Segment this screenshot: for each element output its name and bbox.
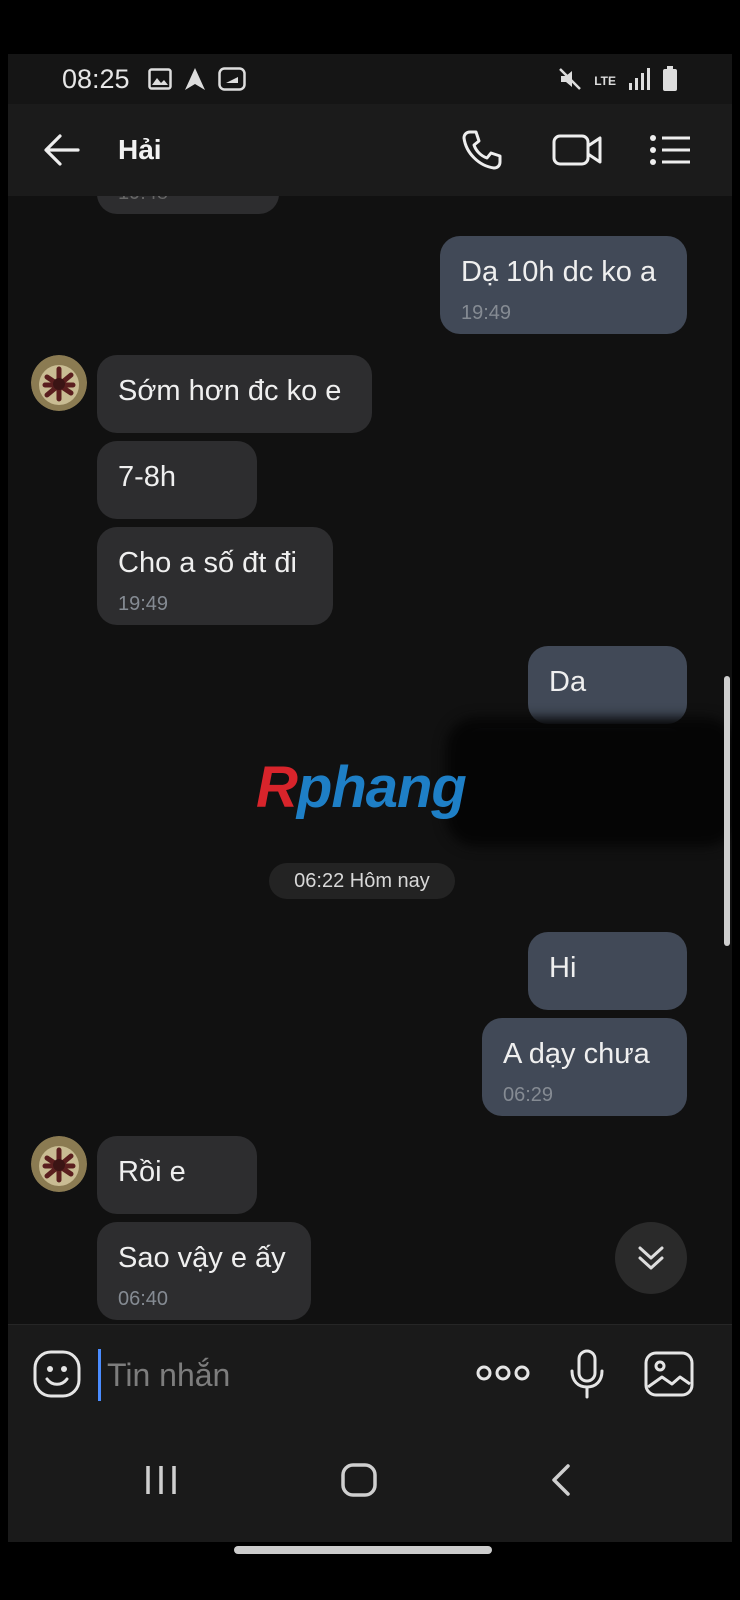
- message-text: Rồi e: [118, 1156, 186, 1188]
- message-input-bar: [8, 1324, 732, 1431]
- chat-header: Hải: [8, 104, 732, 196]
- lte-label: LTE: [594, 74, 616, 88]
- message-bubble[interactable]: A dạy chưa 06:29: [482, 1018, 687, 1116]
- image-picker-icon[interactable]: [644, 1351, 694, 1402]
- watermark-rest: phang: [296, 755, 467, 820]
- message-bubble[interactable]: Rồi e: [97, 1136, 257, 1214]
- message-bubble[interactable]: Sao vậy e ấy 06:40: [97, 1222, 311, 1320]
- avatar[interactable]: [31, 355, 87, 411]
- message-bubble[interactable]: Cho a số đt đi 19:49: [97, 527, 333, 625]
- watermark-prefix: R: [256, 755, 298, 820]
- video-app-icon: [218, 67, 246, 96]
- message-bubble[interactable]: Da: [528, 646, 687, 724]
- home-icon[interactable]: [340, 1462, 378, 1503]
- message-bubble[interactable]: 19:48: [97, 196, 279, 214]
- navigation-arrow-icon: [184, 67, 206, 96]
- scrollbar[interactable]: [724, 676, 730, 946]
- scroll-to-bottom-button[interactable]: [615, 1222, 687, 1294]
- message-time: 06:40: [118, 1288, 169, 1310]
- system-navigation-bar: [8, 1430, 732, 1542]
- message-text: 7-8h: [118, 461, 177, 493]
- status-bar: 08:25 LTE: [8, 54, 732, 104]
- battery-icon: [662, 66, 678, 97]
- message-text: Sớm hơn đc ko e: [118, 375, 342, 407]
- recent-apps-icon[interactable]: [144, 1462, 178, 1503]
- back-nav-icon[interactable]: [548, 1462, 574, 1503]
- home-indicator-bar[interactable]: [234, 1546, 492, 1554]
- more-options-icon[interactable]: [476, 1361, 530, 1390]
- message-bubble[interactable]: Sớm hơn đc ko e: [97, 355, 372, 433]
- redaction-mask: [446, 718, 732, 846]
- menu-list-icon[interactable]: [648, 128, 692, 177]
- message-time: 19:49: [118, 593, 169, 615]
- watermark-logo: Rphang: [256, 754, 467, 821]
- phone-call-icon[interactable]: [460, 128, 504, 177]
- phone-screen: 08:25 LTE Hải Dạ 10h dc ko a 19:49 Sớm h…: [8, 54, 732, 1542]
- gallery-icon: [148, 68, 172, 95]
- message-bubble[interactable]: Dạ 10h dc ko a 19:49: [440, 236, 687, 334]
- date-separator: 06:22 Hôm nay: [269, 863, 455, 899]
- message-time: 06:29: [503, 1084, 554, 1106]
- double-chevron-down-icon: [638, 1246, 664, 1270]
- message-time: 19:48: [118, 196, 168, 205]
- message-list[interactable]: 19:48 Dạ 10h dc ko a 19:49 Sớm hơn đc ko…: [8, 196, 732, 1324]
- avatar[interactable]: [31, 1136, 87, 1192]
- message-time: 19:49: [461, 302, 512, 324]
- signal-icon: [628, 67, 650, 96]
- back-arrow-icon[interactable]: [42, 132, 82, 173]
- message-text: Dạ 10h dc ko a: [461, 256, 657, 288]
- contact-name[interactable]: Hải: [118, 134, 162, 166]
- message-text: Cho a số đt đi: [118, 547, 297, 579]
- status-time: 08:25: [62, 64, 130, 94]
- message-text: Hi: [549, 952, 577, 984]
- emoji-sticker-icon[interactable]: [32, 1349, 82, 1404]
- message-input[interactable]: [98, 1349, 467, 1401]
- message-bubble[interactable]: Hi: [528, 932, 687, 1010]
- video-call-icon[interactable]: [552, 128, 604, 177]
- message-text: A dạy chưa: [503, 1038, 650, 1070]
- message-text: Da: [549, 666, 587, 698]
- message-text: Sao vậy e ấy: [118, 1242, 286, 1274]
- message-bubble[interactable]: 7-8h: [97, 441, 257, 519]
- microphone-icon[interactable]: [568, 1349, 606, 1404]
- mute-icon: [558, 67, 582, 96]
